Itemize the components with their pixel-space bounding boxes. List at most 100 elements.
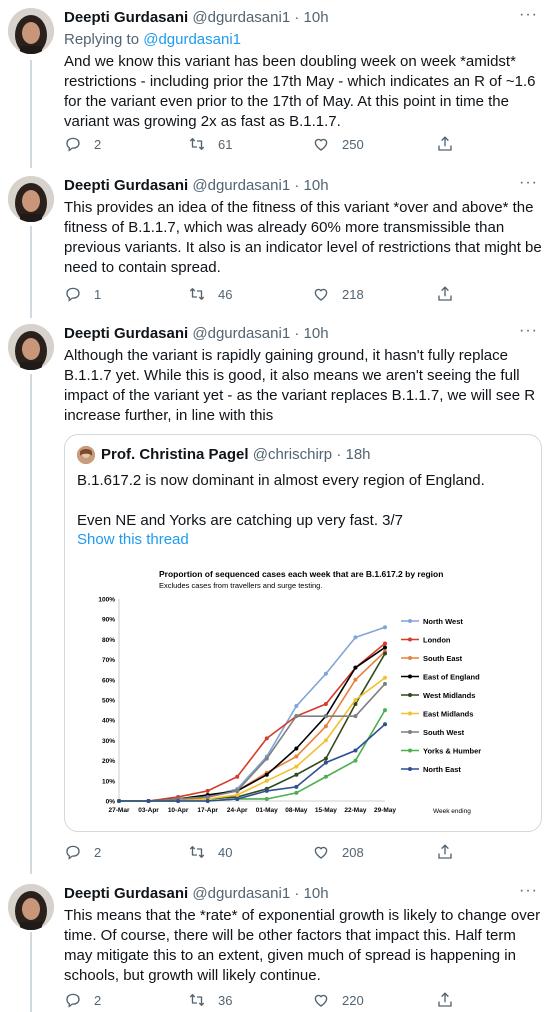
chart-title: Proportion of sequenced cases each week …	[159, 569, 443, 579]
quoted-tweet-header: Prof. Christina Pagel @chrischirp · 18h	[77, 445, 371, 465]
data-point	[294, 754, 299, 759]
retweet-button[interactable]: 61	[188, 135, 312, 153]
author-name[interactable]: Deepti Gurdasani	[64, 325, 188, 342]
reply-icon	[66, 845, 80, 860]
share-button[interactable]	[436, 991, 466, 1009]
data-point	[353, 698, 358, 702]
retweet-button[interactable]: 46	[188, 285, 312, 303]
like-icon	[314, 994, 328, 1007]
data-point	[353, 665, 358, 670]
data-point	[323, 702, 328, 707]
timestamp[interactable]: 10h	[304, 885, 329, 902]
legend-label: Yorks & Humber	[423, 747, 481, 756]
x-tick-label: 29-May	[374, 807, 396, 814]
quoted-avatar	[77, 446, 95, 464]
y-tick-label: 80%	[102, 637, 115, 644]
data-point	[323, 714, 328, 719]
data-point	[205, 799, 210, 803]
separator: ·	[294, 325, 300, 342]
more-icon[interactable]: ···	[519, 322, 538, 340]
more-icon[interactable]: ···	[519, 6, 538, 24]
reply-icon	[66, 993, 80, 1008]
retweet-button[interactable]: 40	[188, 843, 312, 861]
quoted-author-handle: @chrischirp	[252, 446, 333, 463]
reply-button[interactable]: 2	[64, 991, 188, 1009]
x-tick-label: 03-Apr	[138, 807, 159, 814]
retweet-count: 40	[218, 844, 233, 860]
x-tick-label: 22-May	[344, 807, 366, 814]
reply-button[interactable]: 1	[64, 285, 188, 303]
share-button[interactable]	[436, 843, 466, 861]
data-point	[205, 794, 210, 799]
legend-label: North West	[423, 617, 463, 626]
data-point	[176, 799, 181, 803]
data-point	[205, 788, 210, 793]
like-button[interactable]: 220	[312, 991, 436, 1009]
author-handle[interactable]: @dgurdasani1	[192, 885, 290, 902]
quoted-text-line: B.1.617.2 is now dominant in almost ever…	[77, 472, 485, 489]
data-point	[264, 778, 269, 783]
legend-marker	[408, 767, 412, 771]
data-point	[294, 772, 299, 777]
avatar[interactable]	[8, 884, 54, 930]
avatar[interactable]	[8, 176, 54, 222]
share-button[interactable]	[436, 285, 466, 303]
retweet-icon	[189, 846, 205, 858]
author-handle[interactable]: @dgurdasani1	[192, 325, 290, 342]
avatar[interactable]	[8, 8, 54, 54]
chart-image[interactable]: Proportion of sequenced cases each week …	[89, 563, 519, 825]
reply-button[interactable]: 2	[64, 843, 188, 861]
y-tick-label: 10%	[102, 778, 115, 785]
show-thread-link[interactable]: Show this thread	[77, 530, 189, 550]
author-name[interactable]: Deepti Gurdasani	[64, 9, 188, 26]
quoted-tweet[interactable]: Prof. Christina Pagel @chrischirp · 18h …	[64, 434, 542, 832]
timestamp[interactable]: 10h	[304, 325, 329, 342]
timestamp[interactable]: 10h	[304, 177, 329, 194]
like-button[interactable]: 218	[312, 285, 436, 303]
like-icon	[314, 288, 328, 301]
author-name[interactable]: Deepti Gurdasani	[64, 177, 188, 194]
author-handle[interactable]: @dgurdasani1	[192, 9, 290, 26]
data-point	[323, 724, 328, 729]
separator: ·	[294, 177, 300, 194]
reply-button[interactable]: 2	[64, 135, 188, 153]
separator: ·	[294, 9, 300, 26]
data-point	[264, 796, 269, 801]
more-icon[interactable]: ···	[519, 174, 538, 192]
reply-icon	[66, 287, 80, 302]
replying-to-handle[interactable]: @dgurdasani1	[143, 31, 241, 48]
data-point	[294, 746, 299, 751]
like-icon	[314, 138, 328, 151]
like-button[interactable]: 208	[312, 843, 436, 861]
author-handle[interactable]: @dgurdasani1	[192, 177, 290, 194]
data-point	[383, 722, 387, 727]
retweet-icon	[189, 288, 205, 300]
more-icon[interactable]: ···	[519, 882, 538, 900]
tweet[interactable]: Deepti Gurdasani @dgurdasani1 · 10h ··· …	[0, 876, 550, 1012]
tweet[interactable]: Deepti Gurdasani @dgurdasani1 · 10h ··· …	[0, 168, 550, 316]
share-icon	[438, 136, 452, 151]
retweet-icon	[189, 994, 205, 1006]
legend-marker	[408, 619, 412, 623]
data-point	[383, 645, 387, 650]
tweet[interactable]: Deepti Gurdasani @dgurdasani1 · 10h ··· …	[0, 0, 550, 168]
legend-marker	[408, 656, 412, 660]
x-axis-label: Week ending	[433, 808, 471, 815]
legend-marker	[408, 711, 412, 716]
separator: ·	[336, 446, 342, 463]
tweet-text: This provides an idea of the fitness of …	[64, 199, 542, 276]
author-name[interactable]: Deepti Gurdasani	[64, 885, 188, 902]
share-button[interactable]	[436, 135, 466, 153]
legend-marker	[408, 730, 412, 734]
data-point	[353, 635, 358, 640]
tweet-header: Deepti Gurdasani @dgurdasani1 · 10h	[64, 884, 329, 904]
like-button[interactable]: 250	[312, 135, 436, 153]
timestamp[interactable]: 10h	[304, 9, 329, 26]
like-count: 218	[342, 286, 364, 302]
x-tick-label: 24-Apr	[227, 807, 248, 814]
retweet-button[interactable]: 36	[188, 991, 312, 1009]
avatar[interactable]	[8, 324, 54, 370]
like-icon	[314, 846, 328, 859]
data-point	[323, 756, 328, 761]
separator: ·	[294, 885, 300, 902]
